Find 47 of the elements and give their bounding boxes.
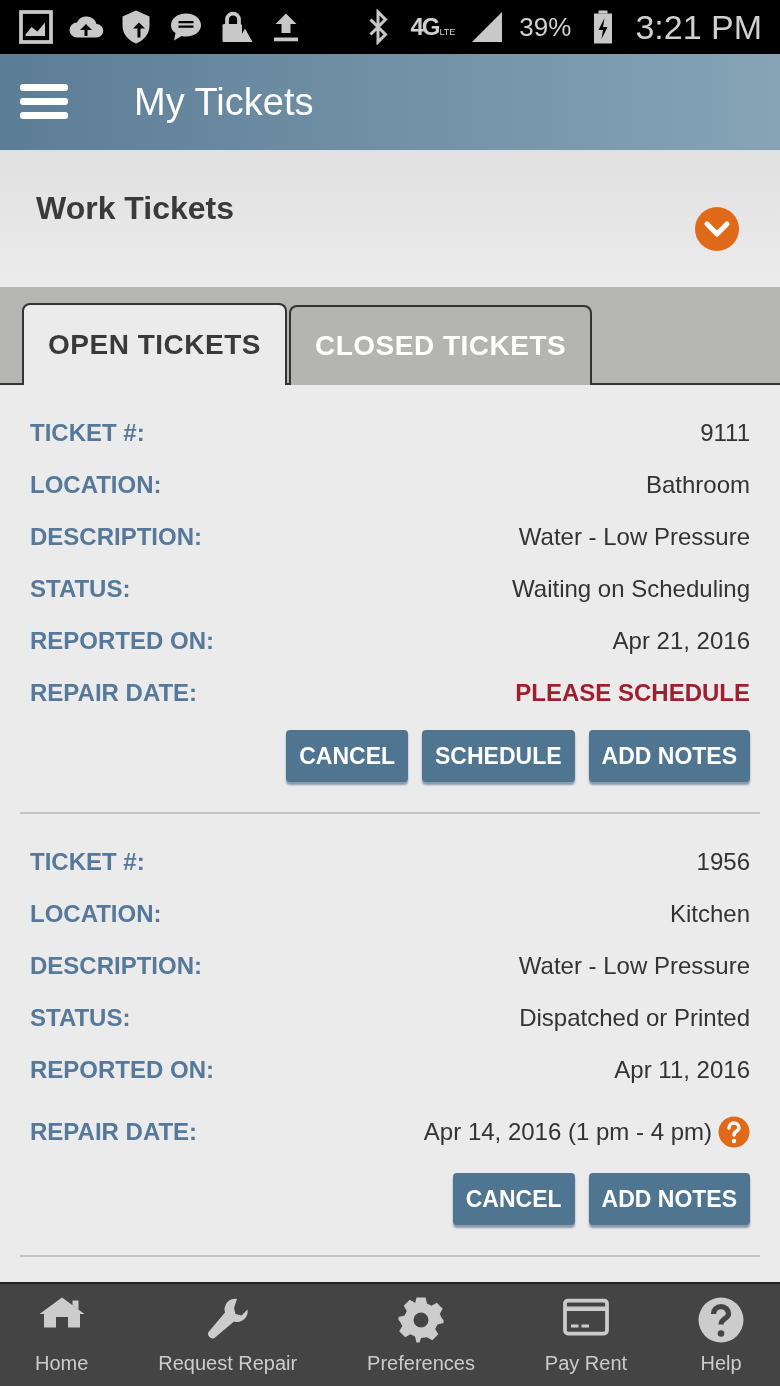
field-value: Apr 14, 2016 (1 pm - 4 pm)	[423, 1117, 712, 1146]
ticket-action-button[interactable]: SCHEDULE	[422, 730, 575, 782]
screen-title: My Tickets	[134, 80, 314, 124]
field-label: DESCRIPTION:	[30, 952, 202, 980]
ticket-action-button[interactable]: CANCEL	[452, 1173, 575, 1225]
field-value: Apr 21, 2016	[612, 627, 750, 655]
field-value: Apr 11, 2016	[614, 1056, 750, 1084]
field-label: REPAIR DATE:	[30, 1117, 198, 1146]
help-icon[interactable]	[718, 1115, 750, 1148]
nav-item[interactable]: Pay Rent	[542, 1295, 630, 1375]
ticket-action-button[interactable]: ADD NOTES	[588, 730, 750, 782]
image-icon	[18, 9, 54, 45]
nav-item[interactable]: Preferences	[365, 1295, 477, 1375]
help-icon	[697, 1295, 745, 1344]
field-label: STATUS:	[30, 1004, 131, 1032]
field-label: TICKET #:	[30, 848, 145, 876]
expand-toggle[interactable]	[694, 205, 740, 252]
tab[interactable]: OPEN TICKETS	[22, 303, 287, 385]
field-label: REPORTED ON:	[30, 1056, 214, 1084]
network-type: 4G	[410, 13, 439, 41]
battery-percentage: 39%	[519, 11, 572, 43]
field-value: Kitchen	[669, 900, 750, 928]
field-value: Water - Low Pressure	[518, 523, 750, 551]
nav-item[interactable]: Help	[695, 1295, 747, 1375]
field-value: Water - Low Pressure	[518, 952, 750, 980]
field-label: STATUS:	[30, 575, 131, 603]
clock-time: 3:21 PM	[635, 7, 762, 47]
field-value: 1956	[696, 848, 750, 876]
field-label: TICKET #:	[30, 419, 145, 447]
section-title: Work Tickets	[36, 190, 234, 227]
field-value: PLEASE SCHEDULE	[515, 679, 750, 707]
field-label: DESCRIPTION:	[30, 523, 202, 551]
field-label: LOCATION:	[30, 900, 162, 928]
network-subtype: LTE	[439, 27, 456, 37]
gear-icon	[397, 1295, 445, 1344]
field-value: Dispatched or Printed	[519, 1004, 750, 1032]
nav-item[interactable]: Home	[32, 1295, 91, 1375]
nav-item[interactable]: Request Repair	[156, 1295, 300, 1375]
ticket-action-button[interactable]: ADD NOTES	[588, 1173, 750, 1225]
menu-button[interactable]	[20, 82, 68, 122]
field-label: REPAIR DATE:	[30, 679, 198, 707]
field-value: 9111	[700, 419, 750, 447]
field-value: Waiting on Scheduling	[512, 575, 750, 603]
ticket-action-button[interactable]: CANCEL	[286, 730, 409, 782]
field-value: Bathroom	[645, 471, 750, 499]
field-label: LOCATION:	[30, 471, 162, 499]
field-label: REPORTED ON:	[30, 627, 214, 655]
